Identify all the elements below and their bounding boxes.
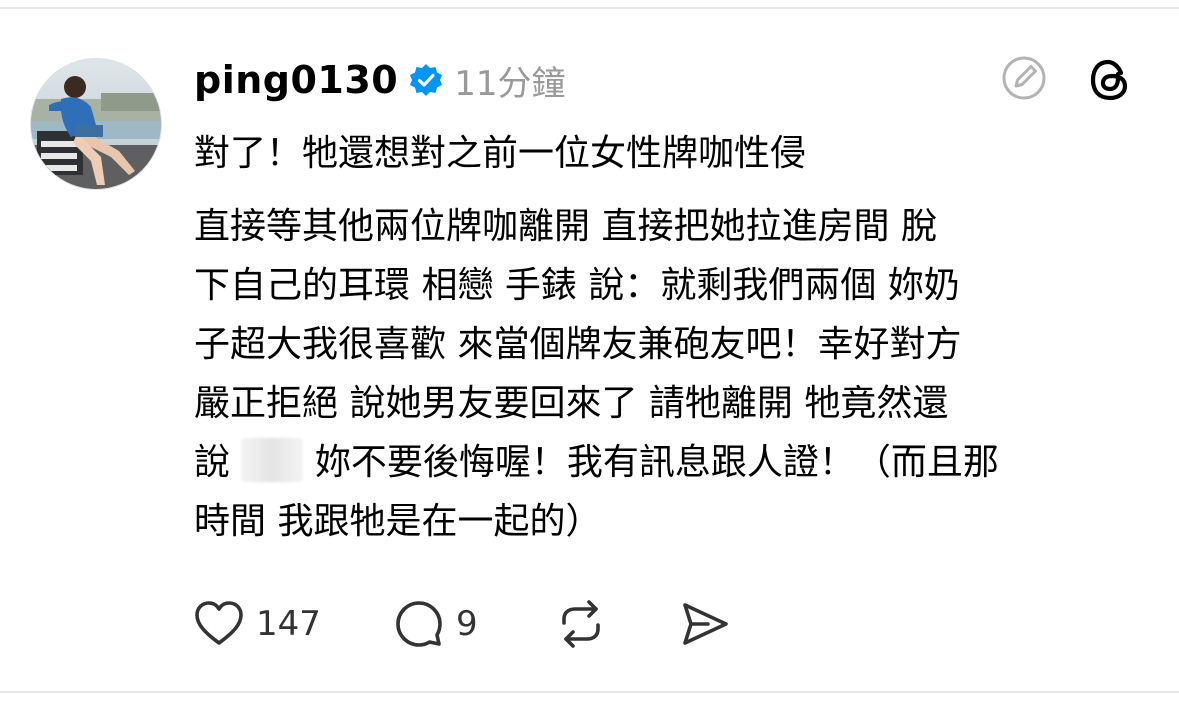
send-icon [683,603,728,645]
post-line: 子超大我很喜歡 來當個牌友兼砲友吧！幸好對方 [194,324,962,365]
post-timestamp: 11分鐘 [454,63,566,104]
edit-icon[interactable] [1000,54,1048,102]
repost-icon [562,600,600,648]
heart-icon [195,601,243,645]
post-actions: 147 9 [192,596,732,652]
like-count: 147 [256,604,321,644]
comment-icon [396,601,442,647]
top-divider [0,7,1179,9]
avatar[interactable] [30,58,162,190]
threads-logo-icon[interactable] [1086,56,1134,104]
bottom-divider [0,691,1179,693]
repost-button[interactable] [554,597,678,651]
post-line: 時間 我跟牠是在一起的） [194,501,602,542]
avatar-photo [31,59,161,189]
username[interactable]: ping0130 [194,58,398,102]
post-line: 下自己的耳環 相戀 手錶 說：就剩我們兩個 妳奶 [194,265,960,306]
post-header: ping0130 11分鐘 [194,52,566,108]
share-button[interactable] [678,597,732,651]
reply-button[interactable]: 9 [392,597,554,651]
post-line-prefix: 說 [194,442,231,483]
redacted-text-blur [241,438,304,482]
reply-count: 9 [456,604,478,644]
post-paragraph-1: 對了！牠還想對之前一位女性牌咖性侵 [194,133,807,174]
post-line-suffix: 妳不要後悔喔！我有訊息跟人證！（而且那 [314,442,999,483]
post-line-with-redaction: 說 妳不要後悔喔！我有訊息跟人證！（而且那 [194,433,1154,492]
post-line: 嚴正拒絕 說她男友要回來了 請牠離開 牠竟然還 [194,383,949,424]
post-body: 對了！牠還想對之前一位女性牌咖性侵 直接等其他兩位牌咖離開 直接把她拉進房間 脫… [194,124,1154,551]
like-button[interactable]: 147 [192,597,392,651]
post-line: 直接等其他兩位牌咖離開 直接把她拉進房間 脫 [194,206,937,247]
verified-badge-icon [408,62,444,98]
